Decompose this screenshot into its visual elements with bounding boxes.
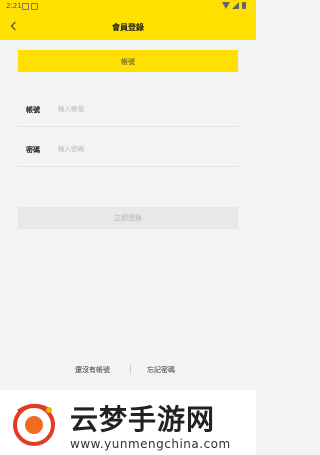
account-input[interactable] xyxy=(58,101,228,117)
navbar: 會員登錄 xyxy=(0,14,256,40)
password-label: 密碼 xyxy=(26,146,40,154)
status-time: 2:21 xyxy=(6,2,22,10)
notification-icon xyxy=(31,3,38,10)
status-icons xyxy=(222,2,248,10)
tab-account-label: 帳號 xyxy=(121,58,135,66)
watermark: 云梦手游网 www.yunmengchina.com xyxy=(0,390,256,455)
watermark-title: 云梦手游网 xyxy=(70,403,216,436)
password-input[interactable] xyxy=(58,141,228,157)
page-title: 會員登錄 xyxy=(112,23,144,32)
tab-account[interactable]: 帳號 xyxy=(18,50,238,72)
status-bar: 2:21 xyxy=(0,0,256,14)
forgot-password-link[interactable]: 忘記密碼 xyxy=(147,365,175,375)
login-form: 帳號 密碼 xyxy=(18,92,238,172)
password-field: 密碼 xyxy=(18,132,238,167)
link-divider xyxy=(130,364,131,374)
no-account-link[interactable]: 還沒有帳號 xyxy=(75,365,110,375)
battery-icon xyxy=(242,2,246,9)
signal-icon xyxy=(232,2,239,9)
watermark-url: www.yunmengchina.com xyxy=(70,437,231,451)
wifi-icon xyxy=(222,2,230,9)
account-label: 帳號 xyxy=(26,106,40,114)
login-button[interactable]: 立即登錄 xyxy=(18,207,238,229)
notification-icon xyxy=(22,3,29,10)
top-bar: 2:21 會員登錄 xyxy=(0,0,256,40)
account-field: 帳號 xyxy=(18,92,238,127)
watermark-logo-icon xyxy=(13,403,55,446)
